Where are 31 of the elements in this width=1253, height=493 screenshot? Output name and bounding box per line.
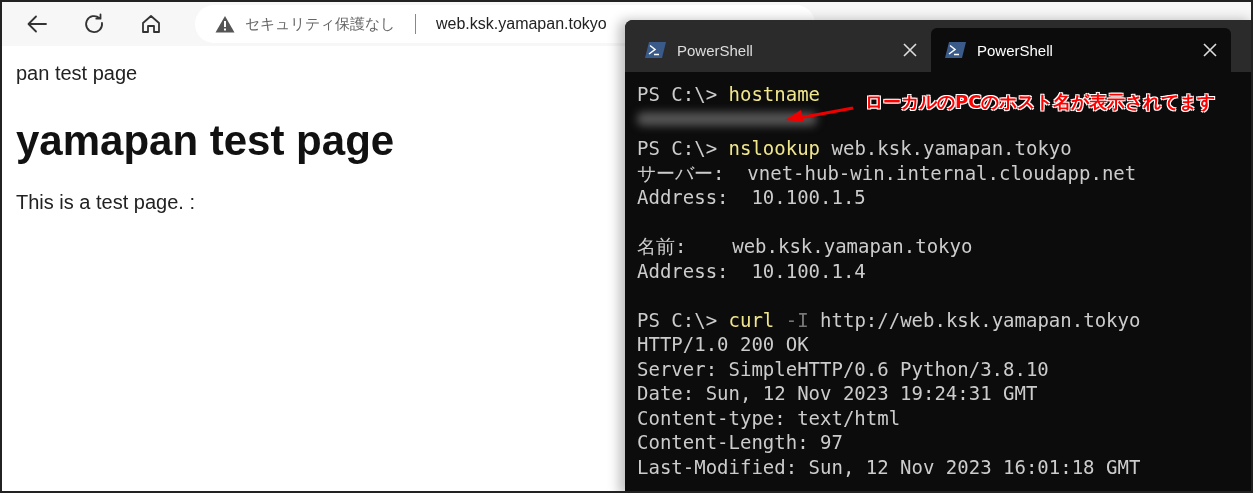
terminal-tab[interactable]: PowerShell: [931, 28, 1231, 72]
close-icon[interactable]: [1203, 43, 1217, 57]
reload-icon[interactable]: [83, 13, 105, 35]
powershell-icon[interactable]: [645, 41, 667, 59]
tab-label: PowerShell: [977, 41, 1054, 59]
terminal-line: HTTP/1.0 200 OK: [637, 332, 809, 357]
close-icon[interactable]: [903, 43, 917, 57]
terminal-line: サーバー: vnet-hub-win.internal.cloudapp.net: [637, 160, 1137, 185]
terminal-line: Last-Modified: Sun, 12 Nov 2023 16:01:18 GMT: [637, 454, 1141, 479]
terminal-line: Content-type: text/html: [637, 405, 901, 430]
terminal-line: PS C:\> nslookup web.ksk.yamapan.tokyo: [637, 136, 1072, 161]
tab-label: PowerShell: [677, 41, 754, 59]
page-text: pan test page: [16, 62, 138, 85]
terminal-line: Content-Length: 97: [637, 430, 843, 455]
terminal-line: PS C:\> hostname: [637, 82, 821, 107]
terminal-line: PS C:\> curl -I http://web.ksk.yamapan.tokyo: [637, 307, 1141, 332]
page-paragraph: This is a test page. :: [16, 191, 195, 214]
annotation-arrow: [785, 104, 855, 124]
terminal-line: Server: SimpleHTTP/0.6 Python/3.8.10: [637, 356, 1049, 381]
page-heading: yamapan test page: [16, 117, 395, 165]
terminal-line: 名前: web.ksk.yamapan.tokyo: [637, 234, 973, 259]
terminal-line: Address: 10.100.1.4: [637, 258, 866, 283]
terminal-line: Address: 10.100.1.5: [637, 185, 866, 210]
back-icon[interactable]: [26, 13, 48, 35]
annotation-text: ローカルのPCのホスト名が表示されてます: [865, 90, 1216, 114]
terminal-line: Date: Sun, 12 Nov 2023 19:24:31 GMT: [637, 381, 1038, 406]
home-icon[interactable]: [140, 13, 162, 35]
security-label: セキュリティ保護なし: [245, 14, 395, 34]
url-text: web.ksk.yamapan.tokyo: [436, 15, 607, 33]
powershell-icon[interactable]: [945, 41, 967, 59]
warning-icon[interactable]: [215, 15, 235, 33]
